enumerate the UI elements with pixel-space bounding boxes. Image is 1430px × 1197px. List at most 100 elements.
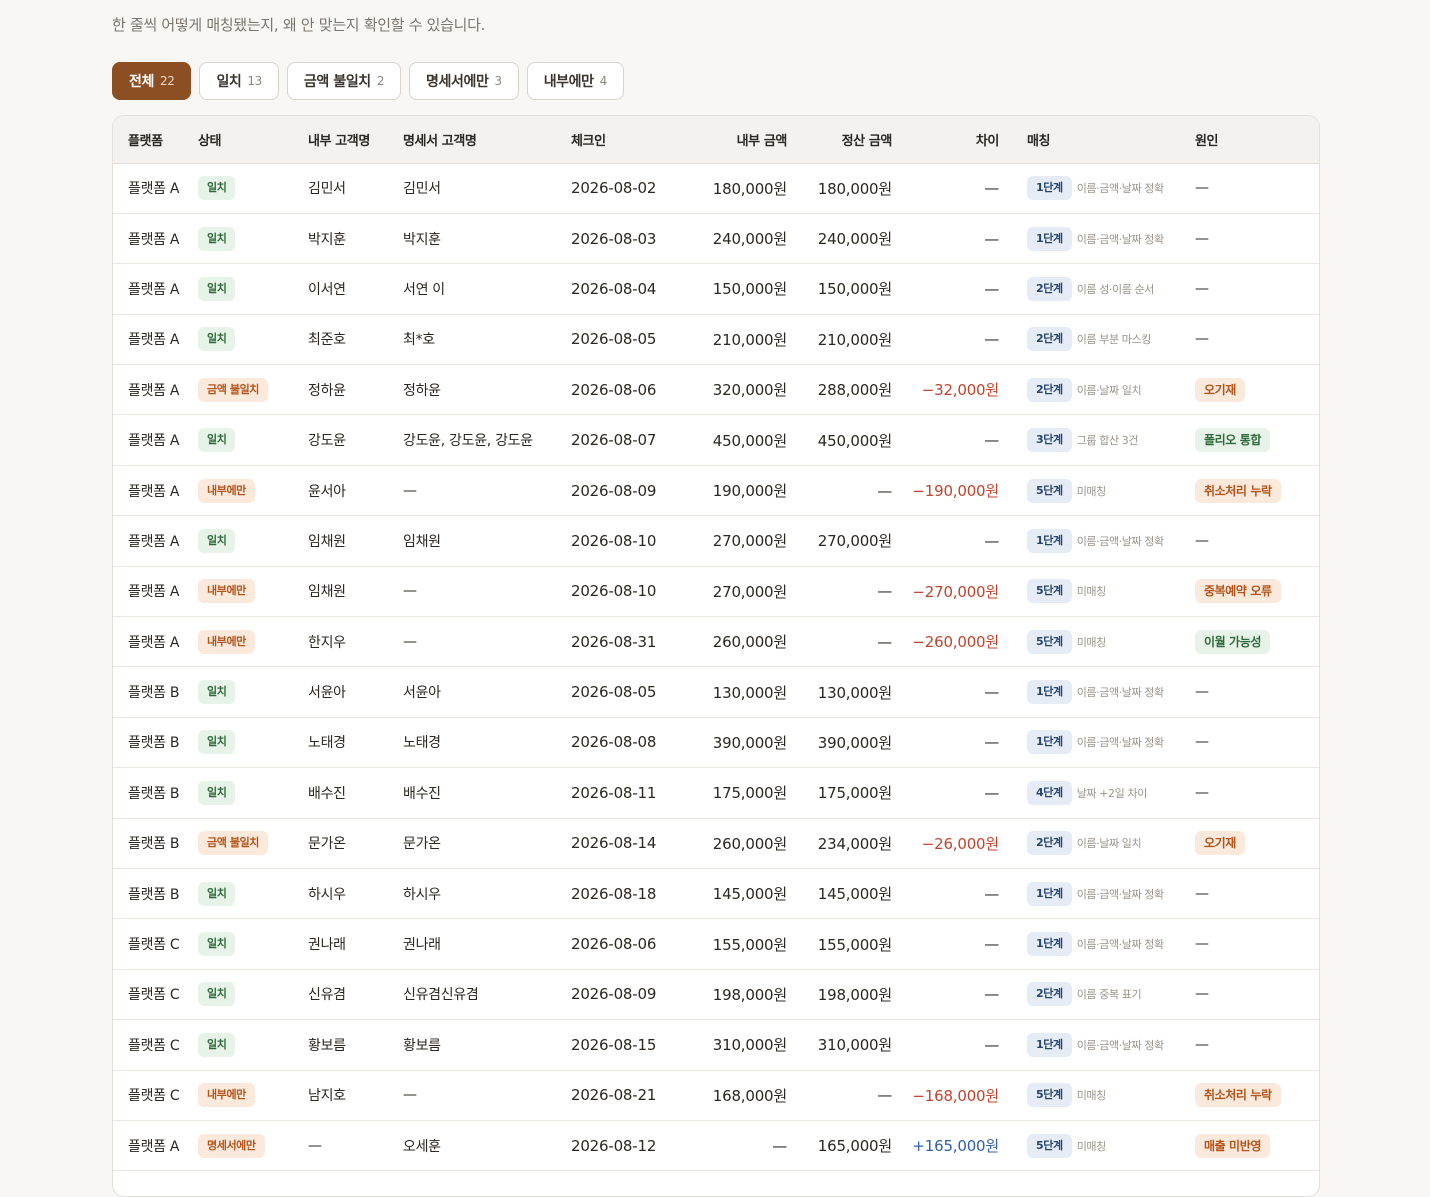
- cause-badge: 폴리오 통합: [1195, 428, 1270, 453]
- tab-filter-2[interactable]: 금액 불일치 2: [286, 62, 402, 100]
- internal-amount-cell: 155,000원: [683, 918, 795, 970]
- tab-count: 4: [599, 74, 608, 88]
- statement-name-cell: —: [403, 566, 571, 618]
- cause-cell: —: [1195, 163, 1319, 214]
- cause-cell: 매출 미반영: [1195, 1120, 1319, 1172]
- status-badge: 일치: [198, 982, 236, 1007]
- match-note: 이름·금액·날짜 정확: [1076, 232, 1164, 246]
- match-note: 이름·날짜 일치: [1076, 383, 1142, 397]
- difference-cell: —: [900, 918, 1015, 970]
- reconciliation-table-card: 플랫폼 상태 내부 고객명 명세서 고객명 체크인 내부 금액 정산 금액 차이 매칭 원인 플랫…: [112, 115, 1320, 1197]
- match-cell: 5단계 미매칭: [1015, 616, 1195, 668]
- cause-cell: —: [1195, 868, 1319, 920]
- platform-cell: 플랫폼 A: [113, 213, 198, 265]
- checkin-cell: 2026-08-21: [571, 1070, 683, 1121]
- difference-cell: —: [900, 767, 1015, 819]
- platform-cell: 플랫폼 A: [113, 163, 198, 214]
- match-cell: 3단계 그룹 합산 3건: [1015, 414, 1195, 466]
- tab-count: 2: [376, 74, 385, 88]
- tab-filter-1[interactable]: 일치 13: [199, 62, 279, 100]
- tab-filter-3[interactable]: 명세서에만 3: [409, 62, 519, 100]
- settled-amount-cell: —: [795, 616, 900, 668]
- settled-amount-cell: 145,000원: [795, 868, 900, 920]
- internal-name-cell: 박지훈: [308, 213, 403, 265]
- internal-amount-cell: 320,000원: [683, 364, 795, 416]
- status-cell: 일치: [198, 767, 308, 819]
- status-badge: 일치: [198, 226, 236, 251]
- status-cell: 일치: [198, 868, 308, 920]
- filter-tabs: 전체 22 일치 13 금액 불일치 2 명세서에만 3 내부에만 4: [112, 62, 624, 100]
- internal-name-cell: 문가온: [308, 818, 403, 869]
- table-row: 플랫폼 A 금액 불일치 정하윤 정하윤 2026-08-06 320,000원 288,0…: [113, 364, 1319, 416]
- statement-name-cell: 문가온: [403, 818, 571, 869]
- checkin-cell: 2026-08-10: [571, 566, 683, 618]
- match-cell: 1단계 이름·금액·날짜 정확: [1015, 213, 1195, 265]
- match-stage-badge: 1단계: [1027, 932, 1072, 957]
- table-row: 플랫폼 C 내부에만 남지호 —2026-08-21 168,000원 — −168,000…: [113, 1070, 1319, 1121]
- cause-cell: 취소처리 누락: [1195, 1070, 1319, 1121]
- table-row: 플랫폼 A 명세서에만 — 오세훈 2026-08-12—165,000원 +165,00…: [113, 1120, 1319, 1172]
- checkin-cell: 2026-08-09: [571, 465, 683, 517]
- internal-amount-cell: 190,000원: [683, 465, 795, 517]
- settled-amount-cell: 210,000원: [795, 314, 900, 366]
- settled-amount-cell: 198,000원: [795, 969, 900, 1021]
- status-badge: 내부에만: [198, 478, 255, 503]
- match-note: 이름·금액·날짜 정확: [1076, 182, 1164, 196]
- table-row: 플랫폼 C 일치 신유겸 신유겸신유겸 2026-08-09 198,000원 198,00…: [113, 969, 1319, 1021]
- status-badge: 내부에만: [198, 579, 255, 604]
- column-header: 정산 금액: [795, 116, 900, 164]
- cause-cell: —: [1195, 666, 1319, 718]
- cause-cell: —: [1195, 515, 1319, 567]
- platform-cell: 플랫폼 A: [113, 566, 198, 618]
- cause-text: —: [1195, 986, 1209, 1003]
- status-badge: 금액 불일치: [198, 831, 269, 856]
- match-stage-badge: 2단계: [1027, 982, 1072, 1007]
- cause-cell: 폴리오 통합: [1195, 414, 1319, 466]
- cause-cell: —: [1195, 918, 1319, 970]
- match-cell: 1단계 이름·금액·날짜 정확: [1015, 717, 1195, 769]
- match-stage-badge: 5단계: [1027, 579, 1072, 604]
- statement-name-cell: 서연 이: [403, 263, 571, 315]
- cause-cell: —: [1195, 969, 1319, 1021]
- checkin-cell: 2026-08-02: [571, 163, 683, 214]
- platform-cell: 플랫폼 A: [113, 414, 198, 466]
- match-note: 미매칭: [1076, 484, 1107, 498]
- internal-amount-cell: 210,000원: [683, 314, 795, 366]
- statement-name-cell: —: [403, 465, 571, 517]
- status-cell: 일치: [198, 314, 308, 366]
- match-stage-badge: 5단계: [1027, 478, 1072, 503]
- internal-amount-cell: —: [683, 1120, 795, 1172]
- checkin-cell: 2026-08-12: [571, 1120, 683, 1172]
- difference-cell: —: [900, 868, 1015, 920]
- tab-filter-0[interactable]: 전체 22: [112, 62, 192, 100]
- table-row: 플랫폼 B 일치 서윤아 서윤아 2026-08-05 130,000원 130,000원 —…: [113, 666, 1319, 718]
- column-header: 원인: [1195, 116, 1319, 164]
- match-note: 미매칭: [1076, 585, 1107, 599]
- column-header: 매칭: [1015, 116, 1195, 164]
- status-cell: 일치: [198, 213, 308, 265]
- match-stage-badge: 1단계: [1027, 176, 1072, 201]
- match-stage-badge: 3단계: [1027, 428, 1072, 453]
- difference-cell: —: [900, 969, 1015, 1021]
- table-row: 플랫폼 A 일치 박지훈 박지훈 2026-08-03 240,000원 240,000원 —…: [113, 213, 1319, 265]
- cause-badge: 취소처리 누락: [1195, 478, 1281, 503]
- table-row: 플랫폼 A 일치 최준호 최*호 2026-08-05 210,000원 210,000원 —…: [113, 314, 1319, 366]
- checkin-cell: 2026-08-08: [571, 717, 683, 769]
- internal-name-cell: 임채원: [308, 566, 403, 618]
- internal-name-cell: 하시우: [308, 868, 403, 920]
- internal-amount-cell: 450,000원: [683, 414, 795, 466]
- difference-cell: −270,000원: [900, 566, 1015, 618]
- difference-cell: —: [900, 163, 1015, 214]
- status-badge: 일치: [198, 327, 236, 352]
- internal-name-cell: 이서연: [308, 263, 403, 315]
- match-note: 이름·금액·날짜 정확: [1076, 534, 1164, 548]
- statement-name-cell: —: [403, 1070, 571, 1121]
- tab-filter-4[interactable]: 내부에만 4: [526, 62, 624, 100]
- difference-cell: —: [900, 414, 1015, 466]
- cause-cell: —: [1195, 767, 1319, 819]
- match-note: 날짜 +2일 차이: [1076, 786, 1148, 800]
- match-note: 이름 중복 표기: [1076, 988, 1142, 1002]
- settled-amount-cell: 288,000원: [795, 364, 900, 416]
- status-cell: 내부에만: [198, 616, 308, 668]
- match-note: 미매칭: [1076, 1089, 1107, 1103]
